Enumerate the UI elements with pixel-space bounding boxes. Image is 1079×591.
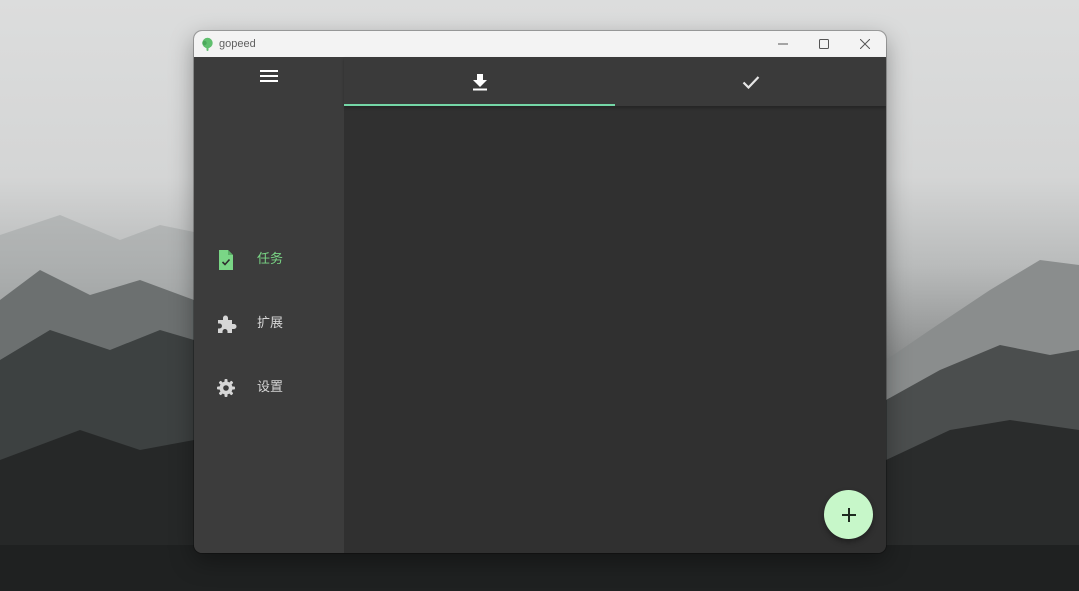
minimize-icon bbox=[778, 43, 788, 45]
navigation-rail: 任务 扩展 设置 bbox=[194, 57, 344, 553]
puzzle-extension-icon bbox=[218, 315, 237, 333]
tab-downloading[interactable] bbox=[344, 57, 615, 106]
gear-settings-icon bbox=[217, 379, 235, 397]
nav-item-label: 扩展 bbox=[257, 316, 284, 331]
add-task-button[interactable] bbox=[824, 490, 873, 539]
window-title: gopeed bbox=[219, 38, 256, 50]
check-done-icon bbox=[742, 75, 759, 89]
tab-completed[interactable] bbox=[615, 57, 886, 106]
gopeed-logo-icon bbox=[202, 37, 213, 51]
tab-indicator bbox=[344, 104, 615, 106]
title-bar[interactable]: gopeed bbox=[194, 31, 886, 57]
nav-item-tasks[interactable]: 任务 bbox=[194, 239, 344, 279]
maximize-icon bbox=[819, 39, 829, 49]
nav-item-label: 设置 bbox=[257, 380, 284, 395]
task-file-icon bbox=[219, 250, 233, 270]
close-icon bbox=[860, 39, 870, 49]
minimize-button[interactable] bbox=[762, 31, 804, 57]
maximize-button[interactable] bbox=[803, 31, 845, 57]
content-area bbox=[344, 57, 886, 553]
nav-item-extensions[interactable]: 扩展 bbox=[194, 303, 344, 343]
tab-bar bbox=[344, 57, 886, 106]
plus-icon bbox=[841, 507, 856, 522]
close-button[interactable] bbox=[844, 31, 886, 57]
menu-button[interactable] bbox=[258, 67, 280, 85]
download-icon bbox=[472, 73, 487, 90]
nav-item-label: 任务 bbox=[257, 252, 284, 267]
nav-item-settings[interactable]: 设置 bbox=[194, 367, 344, 407]
hamburger-menu-icon bbox=[260, 70, 278, 82]
app-window: gopeed 任务 扩展 设置 bbox=[194, 31, 886, 553]
